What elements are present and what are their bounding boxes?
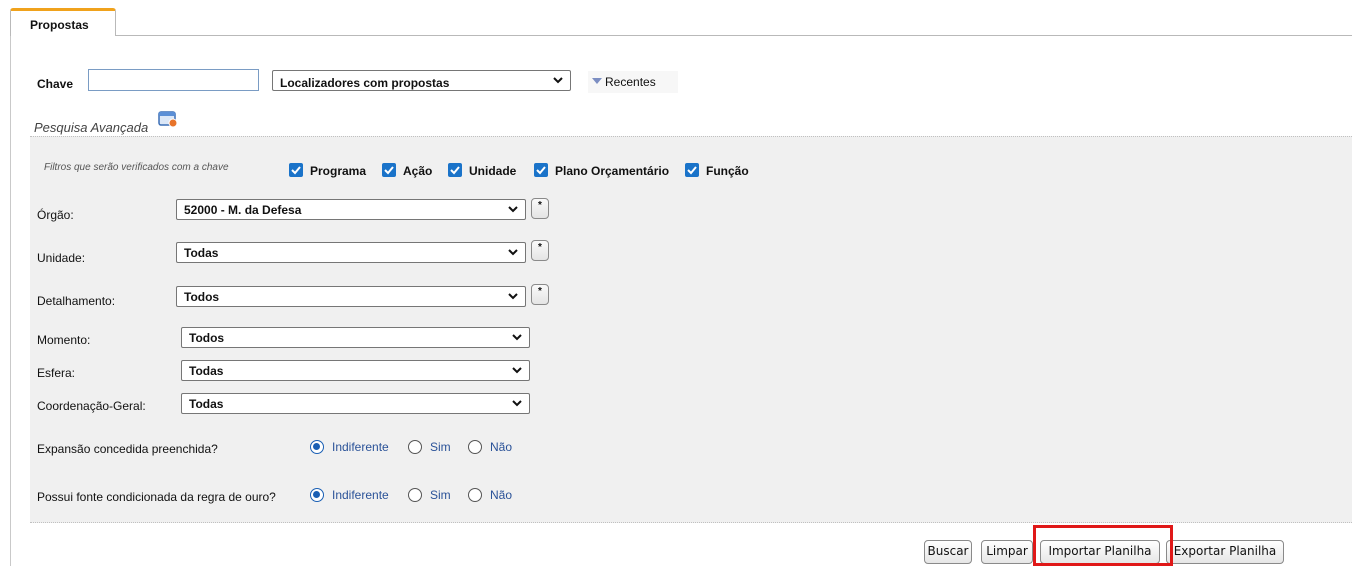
checkbox-acao[interactable]: [382, 163, 396, 177]
check-icon: [291, 166, 301, 175]
expansao-question: Expansão concedida preenchida?: [37, 442, 218, 456]
checkbox-plano-orcamentario-label: Plano Orçamentário: [555, 164, 670, 178]
checkbox-funcao[interactable]: [685, 163, 699, 177]
detalhamento-label: Detalhamento:: [37, 294, 116, 308]
limpar-button[interactable]: Limpar: [981, 540, 1033, 564]
expansao-label-indiferente: Indiferente: [332, 440, 389, 454]
regra-ouro-radio-nao[interactable]: [468, 488, 482, 502]
unidade-select-value: Todas: [184, 246, 219, 260]
unidade-select[interactable]: Todas: [176, 242, 526, 263]
checkbox-plano-orcamentario[interactable]: [534, 163, 548, 177]
filters-note: Filtros que serão verificados com a chav…: [44, 162, 229, 173]
buscar-button[interactable]: Buscar: [924, 540, 972, 564]
expansao-label-sim: Sim: [430, 440, 451, 454]
chave-label: Chave: [37, 77, 74, 91]
expansao-radio-nao[interactable]: [468, 440, 482, 454]
check-icon: [687, 166, 697, 175]
localizadores-select-value: Localizadores com propostas: [280, 76, 450, 90]
advanced-search-label[interactable]: Pesquisa Avançada: [34, 120, 148, 135]
regra-ouro-radio-sim[interactable]: [408, 488, 422, 502]
checkbox-unidade-label: Unidade: [469, 164, 517, 178]
orgao-select-value: 52000 - M. da Defesa: [184, 203, 302, 217]
chevron-down-icon: [508, 206, 518, 213]
detalhamento-select[interactable]: Todos: [176, 286, 526, 307]
tab-bar-line: [10, 35, 1352, 36]
regra-ouro-label-sim: Sim: [430, 488, 451, 502]
checkbox-funcao-label: Função: [706, 164, 749, 178]
importar-highlight-box: [1033, 525, 1173, 566]
coordenacao-select[interactable]: Todas: [181, 393, 530, 414]
esfera-select-value: Todas: [189, 364, 224, 378]
expansao-radio-indiferente[interactable]: [310, 440, 324, 454]
esfera-label: Esfera:: [37, 366, 76, 380]
detalhamento-select-value: Todos: [184, 290, 220, 304]
unidade-label: Unidade:: [37, 251, 86, 265]
chevron-down-icon: [553, 77, 563, 84]
unidade-star-button[interactable]: *: [531, 240, 549, 261]
chevron-down-icon: [512, 367, 522, 374]
check-icon: [536, 166, 546, 175]
checkbox-programa-label: Programa: [310, 164, 367, 178]
chave-input[interactable]: [88, 69, 259, 91]
recentes-label: Recentes: [605, 75, 656, 89]
frame-border: [10, 35, 11, 566]
recentes-toggle[interactable]: Recentes: [592, 75, 656, 89]
orgao-select[interactable]: 52000 - M. da Defesa: [176, 199, 526, 220]
triangle-down-icon: [592, 78, 602, 84]
checkbox-programa[interactable]: [289, 163, 303, 177]
momento-label: Momento:: [37, 333, 91, 347]
expansao-label-nao: Não: [490, 440, 513, 454]
detalhamento-star-button[interactable]: *: [531, 284, 549, 305]
orgao-star-button[interactable]: *: [531, 198, 549, 219]
momento-select[interactable]: Todos: [181, 327, 530, 348]
chevron-down-icon: [512, 400, 522, 407]
chevron-down-icon: [508, 293, 518, 300]
tab-bar: Propostas: [0, 0, 1352, 36]
chevron-down-icon: [512, 334, 522, 341]
checkbox-acao-label: Ação: [403, 164, 433, 178]
orgao-label: Órgão:: [37, 208, 74, 222]
checkbox-unidade[interactable]: [448, 163, 462, 177]
regra-ouro-label-indiferente: Indiferente: [332, 488, 389, 502]
regra-ouro-question: Possui fonte condicionada da regra de ou…: [37, 490, 276, 504]
localizadores-select[interactable]: Localizadores com propostas: [272, 70, 571, 91]
advanced-search-icon[interactable]: [158, 110, 178, 128]
coordenacao-label: Coordenação-Geral:: [37, 399, 146, 413]
coordenacao-select-value: Todas: [189, 397, 224, 411]
esfera-select[interactable]: Todas: [181, 360, 530, 381]
check-icon: [450, 166, 460, 175]
exportar-planilha-button[interactable]: Exportar Planilha: [1166, 540, 1284, 564]
expansao-radio-sim[interactable]: [408, 440, 422, 454]
regra-ouro-radio-indiferente[interactable]: [310, 488, 324, 502]
check-icon: [384, 166, 394, 175]
regra-ouro-label-nao: Não: [490, 488, 513, 502]
tab-propostas[interactable]: Propostas: [10, 8, 116, 36]
momento-select-value: Todos: [189, 331, 225, 345]
chevron-down-icon: [508, 249, 518, 256]
